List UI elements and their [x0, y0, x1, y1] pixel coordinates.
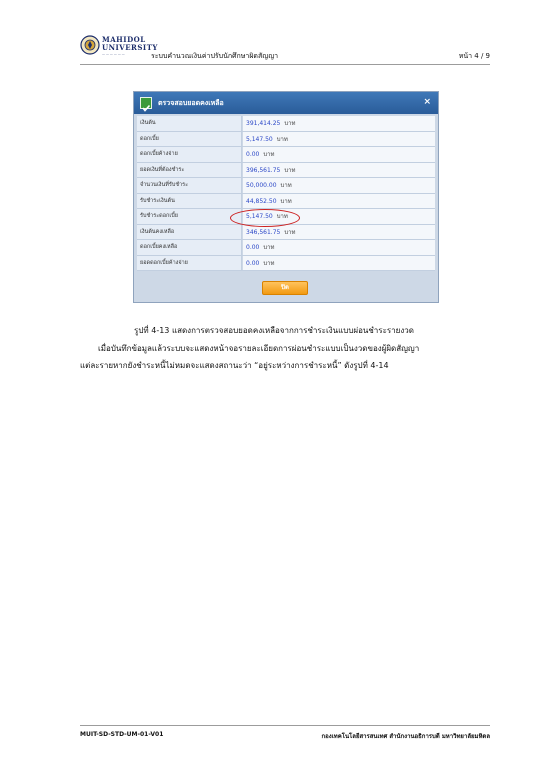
checkmark-icon [140, 97, 152, 112]
figure-caption: รูปที่ 4-13 แสดงการตรวจสอบยอดคงเหลือจากก… [134, 326, 414, 335]
table-row: รับชำระเงินต้น 44,852.50 บาท [137, 193, 435, 209]
table-row: ยอดดอกเบี้ยค้างจ่าย 0.00 บาท [137, 255, 435, 271]
logo-wordmark: MAHIDOL UNIVERSITY [102, 35, 158, 52]
row-value: 5,147.50 บาท [243, 131, 435, 146]
row-label: ดอกเบี้ยคงเหลือ [137, 240, 242, 255]
dialog-titlebar: ตรวจสอบยอดคงเหลือ × [134, 92, 438, 114]
close-button[interactable]: ปิด [262, 281, 308, 295]
logo-tagline: — — — — — — [102, 52, 125, 56]
row-value: 44,852.50 บาท [243, 193, 435, 208]
page-header: MAHIDOL UNIVERSITY — — — — — — ระบบคำนวณ… [80, 33, 490, 63]
row-value: 391,414.25 บาท [243, 116, 435, 131]
row-label: จำนวนเงินที่รับชำระ [137, 178, 242, 193]
highlight-ellipse [230, 209, 300, 227]
paragraph-line: เมื่อบันทึกข้อมูลแล้วระบบจะแสดงหน้าจอราย… [98, 344, 420, 353]
paragraph-line: แต่ละรายหากยังชำระหนี้ไม่หมดจะแสดงสถานะว… [80, 361, 389, 370]
organization-name: กองเทคโนโลยีสารสนเทศ สำนักงานอธิการบดี ม… [321, 733, 490, 740]
table-row: เงินต้นคงเหลือ 346,561.75 บาท [137, 224, 435, 240]
row-value: 0.00 บาท [243, 147, 435, 162]
close-icon[interactable]: × [423, 97, 431, 107]
row-label: ยอดเงินที่ต้องชำระ [137, 162, 242, 177]
table-row: เงินต้น 391,414.25 บาท [137, 116, 435, 132]
footer-divider [80, 725, 490, 726]
row-label: ดอกเบี้ย [137, 131, 242, 146]
table-row: ดอกเบี้ยค้างจ่าย 0.00 บาท [137, 147, 435, 163]
table-row: ดอกเบี้ย 5,147.50 บาท [137, 131, 435, 147]
row-label: เงินต้น [137, 116, 242, 131]
row-value: 0.00 บาท [243, 255, 435, 270]
document-code: MUIT-SD-STD-UM-01-V01 [80, 731, 164, 738]
page-number: หน้า 4 / 9 [458, 52, 490, 60]
table-row: จำนวนเงินที่รับชำระ 50,000.00 บาท [137, 178, 435, 194]
row-label: เงินต้นคงเหลือ [137, 224, 242, 239]
system-title: ระบบคำนวณเงินค่าปรับนักศึกษาผิดสัญญา [151, 52, 279, 60]
table-row: ยอดเงินที่ต้องชำระ 396,561.75 บาท [137, 162, 435, 178]
dialog-title: ตรวจสอบยอดคงเหลือ [158, 99, 224, 107]
table-row: ดอกเบี้ยคงเหลือ 0.00 บาท [137, 240, 435, 256]
header-divider [80, 64, 490, 65]
row-value: 396,561.75 บาท [243, 162, 435, 177]
row-label: ยอดดอกเบี้ยค้างจ่าย [137, 255, 242, 270]
row-value: 50,000.00 บาท [243, 178, 435, 193]
row-value: 0.00 บาท [243, 240, 435, 255]
row-label: ดอกเบี้ยค้างจ่าย [137, 147, 242, 162]
row-label: รับชำระเงินต้น [137, 193, 242, 208]
row-label: รับชำระดอกเบี้ย [137, 209, 242, 224]
balance-table: เงินต้น 391,414.25 บาท ดอกเบี้ย 5,147.50 บ… [137, 116, 435, 271]
balance-check-dialog: ตรวจสอบยอดคงเหลือ × เงินต้น 391,414.25 บา… [133, 91, 439, 303]
university-seal-icon [80, 35, 100, 55]
